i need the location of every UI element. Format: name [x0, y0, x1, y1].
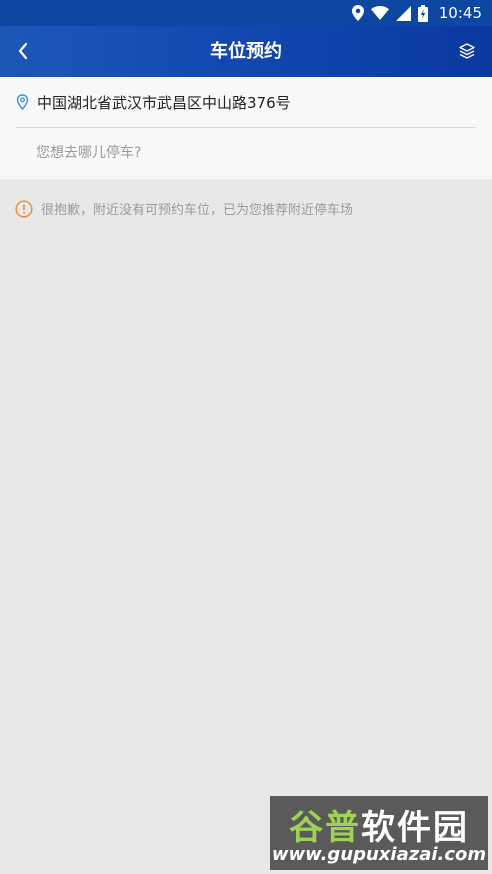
watermark-title: 谷普软件园 — [270, 800, 488, 849]
watermark-title-part-b: 软件园 — [361, 808, 469, 848]
search-panel: 中国湖北省武汉市武昌区中山路376号 — [0, 77, 492, 179]
status-bar: 10:45 — [0, 0, 492, 26]
watermark: 谷普软件园 www.gupuxiazai.com — [270, 796, 488, 870]
current-location-text: 中国湖北省武汉市武昌区中山路376号 — [37, 93, 291, 112]
signal-icon — [395, 5, 411, 21]
layers-button[interactable] — [452, 36, 482, 66]
watermark-title-part-a: 谷普 — [289, 808, 361, 848]
current-location-row[interactable]: 中国湖北省武汉市武昌区中山路376号 — [16, 77, 476, 128]
location-pin-icon — [16, 94, 29, 110]
back-button[interactable] — [8, 36, 38, 66]
no-spaces-notice: 很抱歉，附近没有可预约车位，已为您推荐附近停车场 — [15, 199, 353, 218]
wifi-icon — [370, 6, 389, 20]
watermark-url: www.gupuxiazai.com — [271, 844, 487, 865]
status-icons: 10:45 — [351, 0, 482, 26]
app-bar: 车位预约 — [0, 26, 492, 77]
layers-icon — [459, 43, 475, 59]
status-time: 10:45 — [438, 4, 482, 22]
destination-search-input[interactable] — [36, 137, 456, 169]
warning-icon — [15, 199, 33, 218]
chevron-left-icon — [18, 42, 28, 60]
battery-icon — [417, 4, 428, 22]
location-status-icon — [351, 5, 364, 21]
page-title: 车位预约 — [210, 41, 282, 62]
notice-text: 很抱歉，附近没有可预约车位，已为您推荐附近停车场 — [41, 203, 354, 218]
